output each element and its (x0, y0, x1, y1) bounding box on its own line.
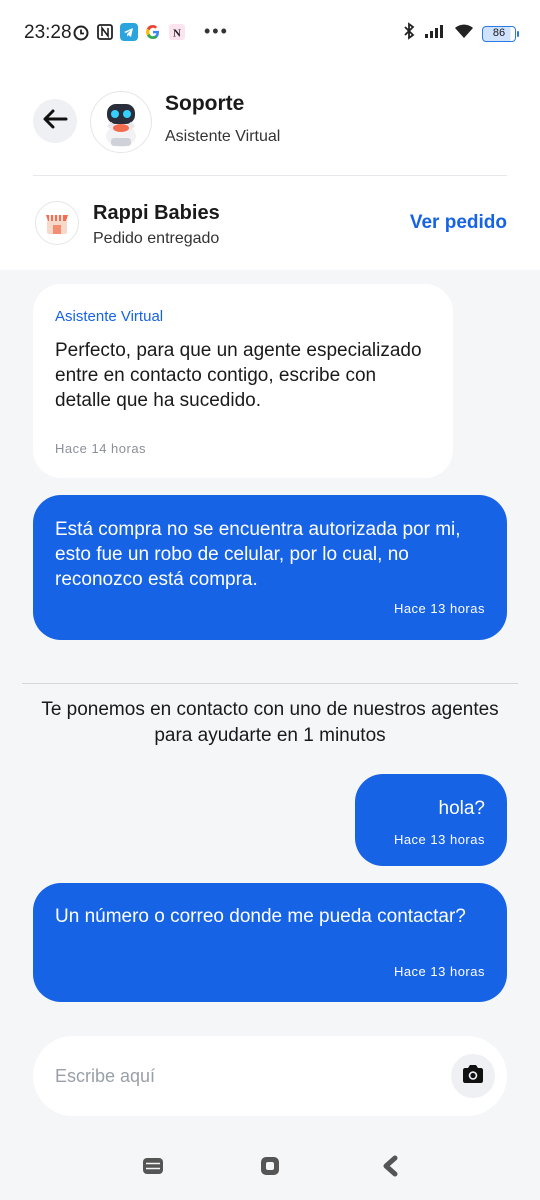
page-subtitle: Asistente Virtual (165, 128, 281, 145)
store-icon (35, 201, 79, 245)
camera-icon (461, 1064, 485, 1089)
notion-icon: N (168, 23, 186, 41)
message-text: Está compra no se encuentra autorizada p… (55, 519, 461, 590)
system-navbar (0, 1135, 540, 1200)
message-text: Perfecto, para que un agente especializa… (55, 340, 422, 411)
page-title: Soporte (165, 92, 245, 115)
battery-icon: 86 (482, 25, 519, 42)
system-icons: 86 (402, 22, 519, 45)
order-summary: Rappi Babies Pedido entregado Ver pedido (0, 176, 540, 270)
message-sender: Asistente Virtual (55, 308, 164, 325)
user-message: Un número o correo donde me pueda contac… (33, 883, 507, 1002)
system-message: Te ponemos en contacto con uno de nuestr… (41, 699, 499, 746)
alarm-icon (72, 23, 90, 41)
telegram-icon (120, 22, 138, 41)
robot-avatar (90, 91, 152, 153)
wifi-icon (454, 23, 474, 44)
home-button[interactable] (257, 1155, 283, 1181)
message-time: Hace 13 horas (393, 964, 485, 979)
status-bar: 23:28 N ••• 86 (0, 0, 540, 64)
status-time: 23:28 (24, 22, 72, 43)
camera-button[interactable] (451, 1054, 495, 1098)
chat-header: Soporte Asistente Virtual (0, 64, 540, 176)
back-button[interactable] (33, 99, 77, 143)
more-notifications: ••• (204, 21, 229, 41)
message-text: Un número o correo donde me pueda contac… (55, 906, 466, 927)
arrow-left-icon (42, 109, 68, 134)
signal-icon (424, 23, 446, 44)
message-time: Hace 13 horas (393, 832, 485, 847)
svg-text:N: N (173, 27, 181, 39)
bluetooth-icon (402, 22, 416, 45)
message-time: Hace 14 horas (55, 441, 147, 456)
bot-message: Asistente Virtual Perfecto, para que un … (33, 284, 453, 478)
recents-button[interactable] (140, 1155, 166, 1181)
store-name: Rappi Babies (93, 202, 220, 224)
order-status: Pedido entregado (93, 230, 220, 247)
message-time: Hace 13 horas (393, 601, 485, 616)
message-text: hola? (438, 798, 486, 819)
chat-thread[interactable]: Asistente Virtual Perfecto, para que un … (0, 270, 540, 1135)
notification-icons: N ••• (72, 21, 229, 42)
message-input[interactable] (55, 1060, 435, 1092)
home-icon (259, 1155, 281, 1182)
user-message: hola? Hace 13 horas (355, 774, 507, 866)
view-order-link[interactable]: Ver pedido (410, 212, 507, 234)
system-divider (22, 683, 518, 684)
google-icon (144, 23, 162, 41)
nfc-icon (96, 23, 114, 41)
back-icon (381, 1155, 399, 1182)
recents-icon (142, 1156, 164, 1181)
nav-back-button[interactable] (377, 1155, 403, 1181)
message-composer (33, 1036, 507, 1116)
user-message: Está compra no se encuentra autorizada p… (33, 495, 507, 640)
